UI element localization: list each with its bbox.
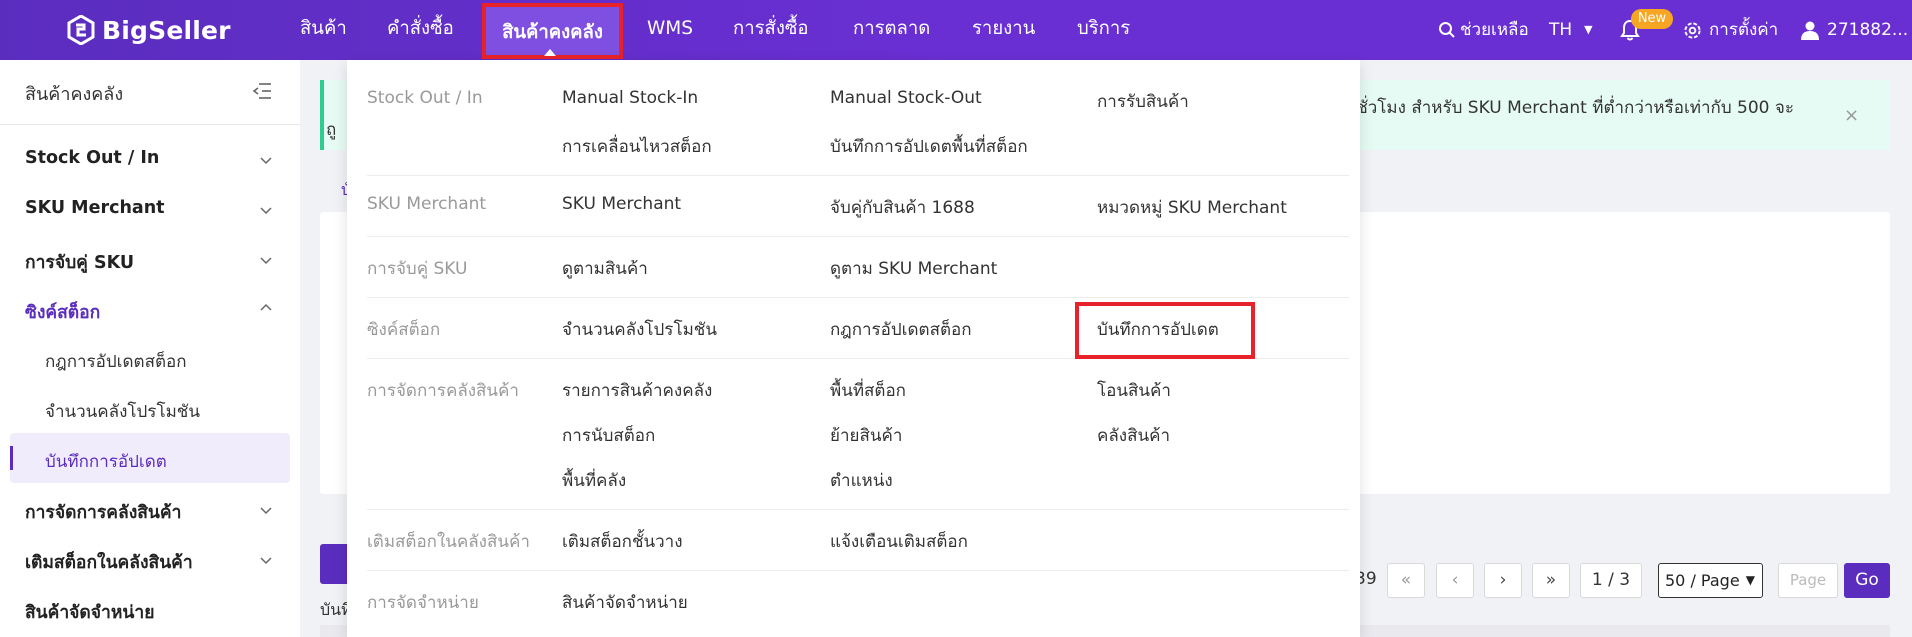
dropdown-category-stock-out-in: Stock Out / In (367, 88, 483, 108)
dropdown-divider (367, 509, 1349, 510)
page-size-label: 50 / Page (1665, 571, 1740, 590)
user-label: 271882... (1827, 20, 1909, 40)
sidebar-group-distribution[interactable]: สินค้าจัดจำหน่าย (25, 598, 154, 626)
menu-manual-stock-out[interactable]: Manual Stock-Out (830, 88, 982, 108)
chevron-down-icon: ▼ (1745, 573, 1755, 587)
dropdown-divider (367, 236, 1349, 237)
menu-stock-update-rules[interactable]: กฎการอัปเดตสต็อก (830, 316, 972, 343)
language-label: TH (1549, 20, 1573, 40)
close-icon[interactable]: × (1844, 105, 1859, 126)
bigseller-logo[interactable]: BigSeller (66, 11, 231, 49)
prev-page-button[interactable]: ‹ (1436, 563, 1474, 598)
menu-distribution-products[interactable]: สินค้าจัดจำหน่าย (562, 589, 688, 616)
dropdown-category-distribution: การจัดจำหน่าย (367, 593, 479, 613)
last-page-button[interactable]: » (1532, 563, 1570, 598)
sidebar-group-sku-merchant[interactable]: SKU Merchant (25, 198, 165, 218)
top-navbar: BigSeller สินค้า คำสั่งซื้อ สินค้าคงคลัง… (0, 0, 1912, 60)
dropdown-category-sku-mapping: การจับคู่ SKU (367, 259, 468, 279)
menu-move-product[interactable]: ย้ายสินค้า (830, 422, 902, 449)
sidebar-group-stock-sync[interactable]: ซิงค์สต็อก (25, 298, 100, 326)
menu-refill-alert[interactable]: แจ้งเตือนเติมสต็อก (830, 528, 968, 555)
dropdown-divider (367, 297, 1349, 298)
new-badge: New (1631, 9, 1673, 29)
chevron-down-icon (260, 257, 272, 265)
nav-active-caret (544, 49, 556, 56)
primary-action-button[interactable] (320, 544, 350, 584)
sidebar-group-warehouse-refill[interactable]: เติมสต็อกในคลังสินค้า (25, 548, 193, 576)
update-log-highlight-box (1075, 302, 1255, 359)
sidebar-item-update-log[interactable]: บันทึกการอัปเดต (45, 448, 167, 475)
help-link[interactable]: ช่วยเหลือ (1438, 0, 1529, 60)
nav-services[interactable]: บริการ (1077, 0, 1130, 60)
menu-stock-count[interactable]: การนับสต็อก (562, 422, 655, 449)
next-page-button[interactable]: › (1484, 563, 1522, 598)
notice-text-start: ถู (326, 120, 337, 140)
page-jump-input[interactable]: Page (1778, 563, 1838, 598)
menu-view-by-product[interactable]: ดูตามสินค้า (562, 255, 648, 282)
nav-orders[interactable]: คำสั่งซื้อ (387, 0, 454, 60)
nav-purchase[interactable]: การสั่งซื้อ (733, 0, 809, 60)
sidebar-group-warehouse-mgmt[interactable]: การจัดการคลังสินค้า (25, 498, 181, 526)
chevron-down-icon (260, 207, 272, 215)
settings-label: การตั้งค่า (1709, 20, 1779, 40)
bigseller-logo-icon (67, 15, 95, 45)
menu-inventory-list[interactable]: รายการสินค้าคงคลัง (562, 377, 712, 404)
sidebar-group-sku-mapping[interactable]: การจับคู่ SKU (25, 248, 134, 276)
chevron-down-icon: ▼ (1584, 23, 1593, 36)
chevron-up-icon (260, 303, 272, 311)
menu-sku-category[interactable]: หมวดหมู่ SKU Merchant (1097, 194, 1287, 221)
notice-text: 3 ชั่วโมง สำหรับ SKU Merchant ที่ต่ำกว่า… (1340, 98, 1794, 118)
sidebar-item-promo-stock[interactable]: จำนวนคลังโปรโมชัน (45, 398, 200, 425)
nav-marketing[interactable]: การตลาด (853, 0, 930, 60)
menu-location[interactable]: ตำแหน่ง (830, 467, 893, 494)
dropdown-category-stock-sync: ซิงค์สต็อก (367, 320, 441, 340)
chevron-down-icon (260, 557, 272, 565)
menu-shelf-refill[interactable]: เติมสต็อกชั้นวาง (562, 528, 683, 555)
dropdown-category-sku-merchant: SKU Merchant (367, 194, 487, 214)
logo-text: BigSeller (102, 15, 231, 45)
search-icon (1439, 22, 1455, 38)
menu-stock-movement[interactable]: การเคลื่อนไหวสต็อก (562, 133, 712, 160)
nav-inventory-label: สินค้าคงคลัง (502, 22, 603, 43)
dropdown-divider (367, 175, 1349, 176)
go-button[interactable]: Go (1844, 563, 1890, 598)
nav-reports[interactable]: รายงาน (972, 0, 1035, 60)
menu-receiving[interactable]: การรับสินค้า (1097, 88, 1189, 115)
menu-sku-merchant[interactable]: SKU Merchant (562, 194, 681, 214)
sidebar-group-stock-out-in[interactable]: Stock Out / In (25, 148, 159, 168)
sidebar-divider (0, 124, 300, 125)
menu-stock-area-update-log[interactable]: บันทึกการอัปเดตพื้นที่สต็อก (830, 133, 1028, 160)
menu-warehouse-area[interactable]: พื้นที่คลัง (562, 467, 626, 494)
nav-products[interactable]: สินค้า (300, 0, 347, 60)
gear-icon (1684, 21, 1701, 39)
chevron-down-icon (260, 157, 272, 165)
dropdown-category-warehouse-mgmt: การจัดการคลังสินค้า (367, 381, 519, 401)
dropdown-category-refill: เติมสต็อกในคลังสินค้า (367, 532, 530, 552)
settings-link[interactable]: การตั้งค่า (1683, 0, 1778, 60)
chevron-down-icon (260, 507, 272, 515)
user-menu[interactable]: 271882... (1800, 0, 1908, 60)
menu-view-by-sku[interactable]: ดูตาม SKU Merchant (830, 255, 997, 282)
collapse-sidebar-icon[interactable] (252, 82, 272, 100)
menu-promo-stock[interactable]: จำนวนคลังโปรโมชัน (562, 316, 717, 343)
nav-wms[interactable]: WMS (647, 0, 693, 60)
help-label: ช่วยเหลือ (1460, 20, 1529, 40)
menu-transfer[interactable]: โอนสินค้า (1097, 377, 1171, 404)
menu-stock-area[interactable]: พื้นที่สต็อก (830, 377, 906, 404)
sidebar-item-stock-update-rules[interactable]: กฎการอัปเดตสต็อก (45, 348, 187, 375)
sidebar-title: สินค้าคงคลัง (25, 84, 124, 105)
user-icon (1801, 21, 1819, 40)
menu-match-1688[interactable]: จับคู่กับสินค้า 1688 (830, 194, 975, 221)
dropdown-divider (367, 570, 1349, 571)
page-indicator: 1 / 3 (1580, 563, 1642, 598)
first-page-button[interactable]: « (1387, 563, 1425, 598)
page-size-select[interactable]: 50 / Page ▼ (1658, 563, 1763, 598)
menu-manual-stock-in[interactable]: Manual Stock-In (562, 88, 698, 108)
menu-warehouse[interactable]: คลังสินค้า (1097, 422, 1170, 449)
language-select[interactable]: TH ▼ (1549, 0, 1593, 60)
sidebar-active-indicator (10, 446, 13, 470)
